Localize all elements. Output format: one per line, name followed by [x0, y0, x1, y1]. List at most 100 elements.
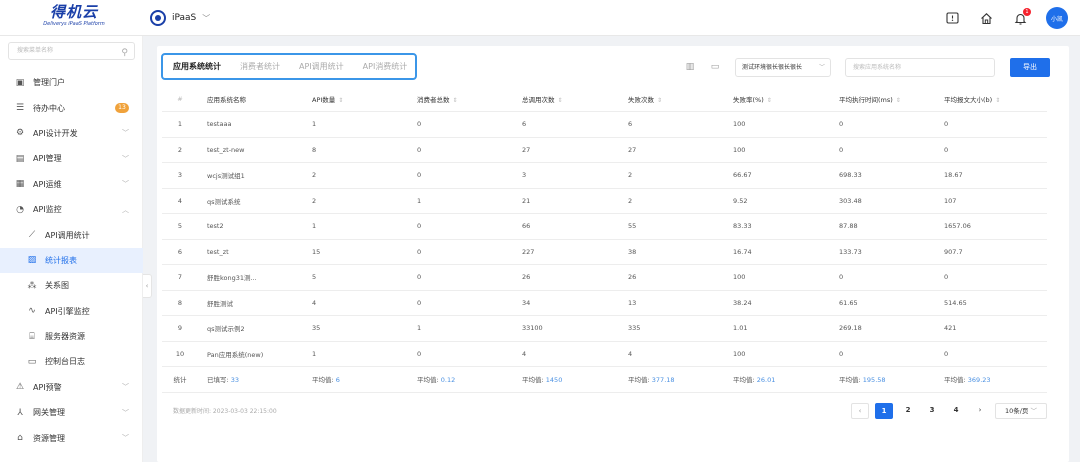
page-button-3[interactable]: 3 — [923, 403, 941, 419]
tab-api-consume-stats[interactable]: API消费统计 — [363, 61, 408, 72]
column-header-label: 总调用次数 — [522, 95, 555, 104]
document-icon[interactable]: ▥ — [684, 61, 696, 73]
sort-icon[interactable]: ⇕ — [558, 97, 563, 104]
sidebar-item-api-dev[interactable]: ⚙ API设计开发 ﹀ — [0, 121, 143, 146]
column-header-failure-rate[interactable]: 失败率(%) ⇕ — [724, 86, 830, 112]
table-row[interactable]: 6 test_zt 15 0 227 38 16.74 133.73 907.7 — [162, 239, 1047, 265]
table-row[interactable]: 4 qs测试系统 2 1 21 2 9.52 303.48 107 — [162, 188, 1047, 214]
column-header-avg-size[interactable]: 平均报文大小(b) ⇕ — [935, 86, 1047, 112]
bell-icon[interactable]: 1 — [1012, 8, 1031, 26]
sidebar-item-label: API调用统计 — [45, 230, 90, 240]
summary-avg-label: 平均值: — [839, 376, 861, 385]
table-row[interactable]: 3 wcjs测试组1 2 0 3 2 66.67 698.33 18.67 — [162, 162, 1047, 189]
sidebar-item-gateway[interactable]: ⅄ 网关管理 ﹀ — [0, 400, 143, 425]
prev-page-button[interactable]: ‹ — [851, 403, 869, 419]
brand-logo[interactable]: 得机云 Deliverys iPaaS Platform — [14, 4, 134, 32]
sidebar-item-api-alert[interactable]: ⚠ API预警 ﹀ — [0, 375, 143, 400]
sidebar-item-todo[interactable]: ☰ 待办中心 13 — [0, 95, 143, 120]
column-header-failures[interactable]: 失败次数 ⇕ — [619, 86, 724, 112]
sidebar-menu: ▣ 管理门户 ☰ 待办中心 13 ⚙ API设计开发 ﹀ ▤ API管理 ﹀ ▦… — [0, 70, 143, 451]
sidebar-item-label: API引擎监控 — [45, 306, 90, 316]
table-header-row: # 应用系统名称 API数量 ⇕ 消费者总数 ⇕ 总调用次数 ⇕ 失败次数 ⇕ 失败率(… — [162, 86, 1047, 112]
sidebar-item-engine-monitor[interactable]: ∿ API引擎监控 — [0, 299, 143, 324]
sort-icon[interactable]: ⇕ — [896, 97, 901, 104]
column-header-total-calls[interactable]: 总调用次数 ⇕ — [513, 86, 619, 112]
tab-api-call-stats[interactable]: API调用统计 — [299, 61, 344, 72]
table-row[interactable]: 10 Pan应用系统(new) 1 0 4 4 100 0 0 — [162, 341, 1047, 367]
table-cell: 8 — [303, 137, 408, 163]
column-header-api-count[interactable]: API数量 ⇕ — [303, 86, 408, 112]
table-cell: 269.18 — [830, 315, 935, 342]
summary-avg-value: 195.58 — [862, 376, 886, 385]
next-page-button[interactable]: › — [971, 403, 989, 419]
table-cell: 0 — [830, 341, 935, 367]
table-row[interactable]: 2 test_zt-new 8 0 27 27 100 0 0 — [162, 137, 1047, 163]
sidebar-item-label: 网关管理 — [33, 408, 65, 418]
sort-icon[interactable]: ⇕ — [995, 97, 1000, 104]
sidebar-item-api-manage[interactable]: ▤ API管理 ﹀ — [0, 146, 143, 171]
app-search-input[interactable]: 搜索应用系统名称 — [845, 58, 995, 77]
sort-icon[interactable]: ⇕ — [453, 97, 458, 104]
table-cell: 0 — [408, 137, 513, 163]
table-row[interactable]: 7 舒胜kong31测... 5 0 26 26 100 0 0 — [162, 264, 1047, 291]
sidebar-item-api-monitor[interactable]: ◔ API监控 ︿ — [0, 197, 143, 222]
table-row[interactable]: 5 test2 1 0 66 55 83.33 87.88 1657.06 — [162, 213, 1047, 240]
sidebar-collapse-button[interactable]: ‹ — [143, 274, 152, 298]
sort-icon[interactable]: ⇕ — [767, 97, 772, 104]
row-index: 5 — [162, 213, 198, 240]
export-button[interactable]: 导出 — [1010, 58, 1050, 77]
message-icon[interactable] — [944, 10, 960, 26]
summary-avg-label: 平均值: — [522, 376, 544, 385]
summary-avg-value: 377.18 — [651, 376, 675, 385]
page-size-select[interactable]: 10条/页 ﹀ — [995, 403, 1047, 419]
column-header-consumer-count[interactable]: 消费者总数 ⇕ — [408, 86, 513, 112]
tab-consumer-stats[interactable]: 消费者统计 — [240, 61, 280, 72]
table-cell: 1657.06 — [935, 213, 1047, 240]
row-index: 6 — [162, 239, 198, 265]
sidebar-item-relation[interactable]: ⁂ 关系图 — [0, 273, 143, 298]
summary-label: 统计 — [162, 366, 198, 393]
table-cell: 2 — [303, 162, 408, 189]
environment-select[interactable]: 测试环境很长很长很长 ﹀ — [735, 58, 831, 77]
sidebar-item-api-call-stats[interactable]: ⟋ API调用统计 — [0, 222, 143, 247]
table-cell: 61.65 — [830, 290, 935, 316]
page-button-4[interactable]: 4 — [947, 403, 965, 419]
table-cell: 107 — [935, 188, 1047, 214]
page-size-value: 10条/页 — [1004, 407, 1029, 415]
avatar[interactable]: 小凯 — [1046, 7, 1068, 29]
app-switcher[interactable]: iPaaS ﹀ — [150, 8, 210, 28]
summary-avg: 平均值: 195.58 — [830, 366, 935, 393]
sidebar-item-api-ops[interactable]: ▦ API运维 ﹀ — [0, 172, 143, 197]
sort-icon[interactable]: ⇕ — [338, 97, 343, 104]
table-row[interactable]: 1 testaaa 1 0 6 6 100 0 0 — [162, 111, 1047, 138]
table-cell: 38 — [619, 239, 724, 265]
table-cell: 2 — [619, 162, 724, 189]
column-header-avg-time[interactable]: 平均执行时间(ms) ⇕ — [830, 86, 935, 112]
table-cell: 100 — [724, 137, 830, 163]
monitor-screen-icon[interactable]: ▭ — [709, 61, 721, 73]
table-row[interactable]: 8 舒胜测试 4 0 34 13 38.24 61.65 514.65 — [162, 290, 1047, 316]
summary-filled-label: 已填写: — [207, 376, 229, 385]
sidebar-item-label: API运维 — [33, 179, 62, 189]
column-header-label: 应用系统名称 — [207, 95, 246, 104]
column-header-label: 平均执行时间(ms) — [839, 95, 893, 104]
chevron-down-icon: ﹀ — [202, 13, 211, 23]
page-button-1[interactable]: 1 — [875, 403, 893, 419]
report-icon: ▨ — [27, 255, 37, 266]
sidebar-item-console-log[interactable]: ▭ 控制台日志 — [0, 349, 143, 374]
sidebar-item-server[interactable]: ⌸ 服务器资源 — [0, 324, 143, 349]
tab-app-system-stats[interactable]: 应用系统统计 — [173, 61, 221, 72]
page-button-2[interactable]: 2 — [899, 403, 917, 419]
home-icon[interactable] — [978, 10, 994, 26]
menu-search-input[interactable]: 搜索菜单名称 ⚲ — [8, 42, 135, 60]
table-body: 1 testaaa 1 0 6 6 100 0 0 2 test_zt-new 8 0 27 27 100 0 0… — [162, 111, 1047, 367]
sidebar-item-resource[interactable]: ⌂ 资源管理 ﹀ — [0, 425, 143, 450]
table-row[interactable]: 9 qs测试示例2 35 1 33100 335 1.01 269.18 421 — [162, 315, 1047, 342]
table-cell: 4 — [513, 341, 619, 367]
table-cell: 87.88 — [830, 213, 935, 240]
summary-filled: 已填写: 33 — [198, 366, 303, 393]
sidebar-item-report[interactable]: ▨ 统计报表 — [0, 247, 143, 274]
sidebar-item-portal[interactable]: ▣ 管理门户 — [0, 70, 143, 95]
main-card: 应用系统统计 消费者统计 API调用统计 API消费统计 ▥ ▭ 测试环境很长很… — [157, 46, 1069, 462]
sort-icon[interactable]: ⇕ — [657, 97, 662, 104]
